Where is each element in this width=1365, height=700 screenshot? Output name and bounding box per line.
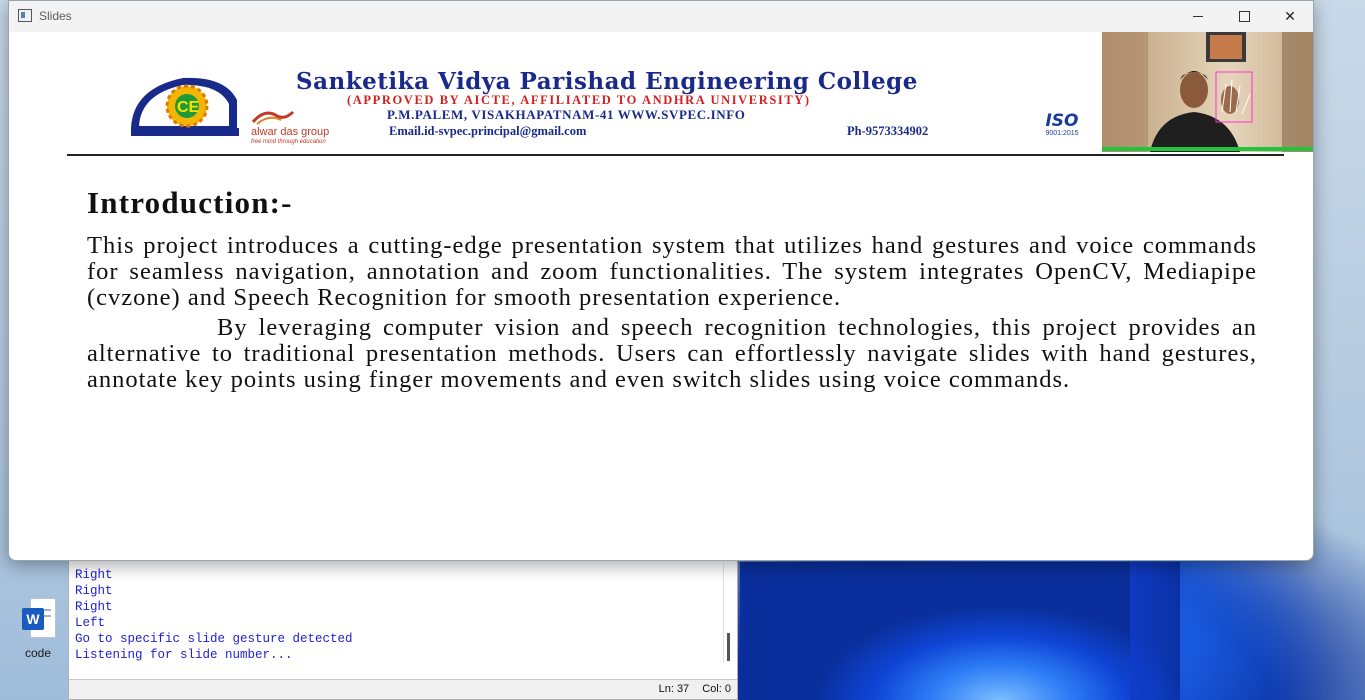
slide-heading: Introduction:- <box>87 185 293 220</box>
console-output: Right Right Right Left Go to specific sl… <box>75 567 353 663</box>
console-scrollbar-thumb[interactable] <box>727 633 730 661</box>
webcam-person-image <box>1102 32 1313 152</box>
console-status-bar: Ln: 37 Col: 0 <box>69 679 737 699</box>
webcam-feed <box>1102 32 1313 152</box>
iso-number: 9001:2015 <box>1045 130 1079 137</box>
wallpaper-swirl-edge <box>1130 562 1190 700</box>
console-scrollbar[interactable] <box>723 563 731 663</box>
college-phone: Ph-9573334902 <box>847 124 929 138</box>
approval-text: (APPROVED BY AICTE, AFFILIATED TO ANDHRA… <box>347 93 811 107</box>
title-bar[interactable]: Slides ✕ <box>9 1 1313 32</box>
console-line: Go to specific slide gesture detected <box>75 632 353 646</box>
console-line: Right <box>75 584 113 598</box>
word-document-icon: W <box>18 596 58 642</box>
slides-window[interactable]: Slides ✕ CE alwar das group free mind th… <box>8 0 1314 561</box>
slide-paragraph-1: This project introduces a cutting-edge p… <box>87 232 1257 311</box>
minimize-button[interactable] <box>1175 1 1221 32</box>
close-button[interactable]: ✕ <box>1267 1 1313 32</box>
sponsor-logo: alwar das group free mind through educat… <box>251 108 361 148</box>
console-line: Listening for slide number... <box>75 648 293 662</box>
college-address: P.M.PALEM, VISAKHAPATNAM-41 WWW.SVPEC.IN… <box>387 107 746 122</box>
college-banner: CE alwar das group free mind through edu… <box>9 32 1102 156</box>
college-logo: CE <box>131 77 239 136</box>
console-line: Right <box>75 568 113 582</box>
column-indicator: Col: 0 <box>702 683 731 695</box>
header-divider <box>67 154 1284 156</box>
logo-letters: CE <box>177 99 200 116</box>
college-name: Sanketika Vidya Parishad Engineering Col… <box>296 68 918 95</box>
maximize-button[interactable] <box>1221 1 1267 32</box>
sponsor-swoosh-icon <box>251 110 295 125</box>
sponsor-name: alwar das group <box>251 126 330 138</box>
app-window-icon <box>18 9 32 22</box>
iso-label: ISO <box>1045 111 1079 131</box>
line-indicator: Ln: 37 <box>658 683 690 695</box>
console-line: Right <box>75 600 113 614</box>
iso-badge: ISO 9001:2015 <box>1033 112 1091 144</box>
sponsor-tagline: free mind through education <box>251 139 326 145</box>
slide-content: Introduction:- This project introduces a… <box>87 185 1257 393</box>
webcam-status-bar <box>1102 147 1313 151</box>
slide-paragraph-2: By leveraging computer vision and speech… <box>87 314 1257 393</box>
college-email: Email.id-svpec.principal@gmail.com <box>389 124 587 138</box>
console-window[interactable]: Right Right Right Left Go to specific sl… <box>68 540 738 700</box>
console-line: Left <box>75 616 106 630</box>
wallpaper-swirl <box>740 562 1180 700</box>
desktop-icon-code[interactable]: W code <box>12 596 64 660</box>
close-icon: ✕ <box>1284 8 1296 24</box>
desktop-icon-label: code <box>24 646 52 660</box>
window-title: Slides <box>39 9 72 23</box>
